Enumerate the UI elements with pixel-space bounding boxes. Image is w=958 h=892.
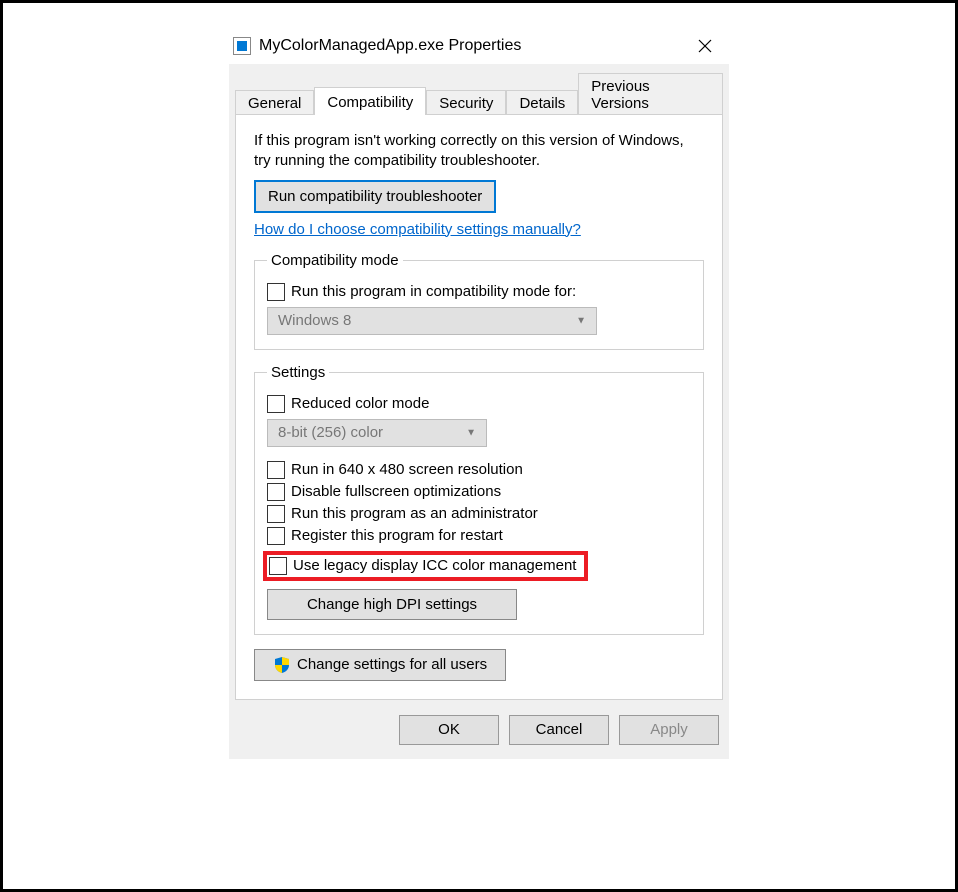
- run-as-admin-checkbox[interactable]: [267, 505, 285, 523]
- settings-legend: Settings: [267, 364, 329, 381]
- shield-icon: [273, 656, 291, 674]
- color-mode-combo[interactable]: 8-bit (256) color ▼: [267, 419, 487, 447]
- disable-fullscreen-label: Disable fullscreen optimizations: [291, 483, 501, 500]
- compat-mode-checkbox[interactable]: [267, 283, 285, 301]
- compatibility-mode-group: Compatibility mode Run this program in c…: [254, 252, 704, 350]
- ok-button[interactable]: OK: [399, 715, 499, 745]
- change-all-users-button[interactable]: Change settings for all users: [254, 649, 506, 681]
- settings-group: Settings Reduced color mode 8-bit (256) …: [254, 364, 704, 635]
- run-640-checkbox[interactable]: [267, 461, 285, 479]
- change-dpi-button[interactable]: Change high DPI settings: [267, 589, 517, 620]
- titlebar: MyColorManagedApp.exe Properties: [229, 28, 729, 64]
- chevron-down-icon: ▼: [466, 427, 476, 438]
- register-restart-checkbox[interactable]: [267, 527, 285, 545]
- run-640-label: Run in 640 x 480 screen resolution: [291, 461, 523, 478]
- properties-dialog: MyColorManagedApp.exe Properties General…: [229, 28, 729, 759]
- legacy-icc-highlight: Use legacy display ICC color management: [263, 551, 588, 581]
- tab-security[interactable]: Security: [426, 90, 506, 116]
- register-restart-label: Register this program for restart: [291, 527, 503, 544]
- intro-text: If this program isn't working correctly …: [254, 131, 704, 172]
- tab-content-compatibility: If this program isn't working correctly …: [235, 114, 723, 700]
- cancel-button[interactable]: Cancel: [509, 715, 609, 745]
- tab-previous-versions[interactable]: Previous Versions: [578, 73, 723, 116]
- disable-fullscreen-checkbox[interactable]: [267, 483, 285, 501]
- close-icon[interactable]: [689, 30, 721, 62]
- tab-compatibility[interactable]: Compatibility: [314, 87, 426, 115]
- legacy-icc-label: Use legacy display ICC color management: [293, 557, 576, 574]
- compatibility-mode-legend: Compatibility mode: [267, 252, 403, 269]
- compat-mode-combo-value: Windows 8: [278, 312, 351, 329]
- run-as-admin-label: Run this program as an administrator: [291, 505, 538, 522]
- apply-button[interactable]: Apply: [619, 715, 719, 745]
- chevron-down-icon: ▼: [576, 315, 586, 326]
- tab-details[interactable]: Details: [506, 90, 578, 116]
- run-troubleshooter-button[interactable]: Run compatibility troubleshooter: [254, 180, 496, 213]
- legacy-icc-checkbox[interactable]: [269, 557, 287, 575]
- app-icon: [233, 37, 251, 55]
- help-link[interactable]: How do I choose compatibility settings m…: [254, 221, 581, 238]
- compat-mode-combo[interactable]: Windows 8 ▼: [267, 307, 597, 335]
- dialog-button-row: OK Cancel Apply: [229, 701, 729, 759]
- reduced-color-label: Reduced color mode: [291, 395, 429, 412]
- reduced-color-checkbox[interactable]: [267, 395, 285, 413]
- window-title: MyColorManagedApp.exe Properties: [259, 37, 689, 55]
- change-all-users-label: Change settings for all users: [297, 656, 487, 673]
- compat-mode-label: Run this program in compatibility mode f…: [291, 283, 576, 300]
- tab-general[interactable]: General: [235, 90, 314, 116]
- color-mode-combo-value: 8-bit (256) color: [278, 424, 383, 441]
- tab-strip: General Compatibility Security Details P…: [229, 64, 729, 115]
